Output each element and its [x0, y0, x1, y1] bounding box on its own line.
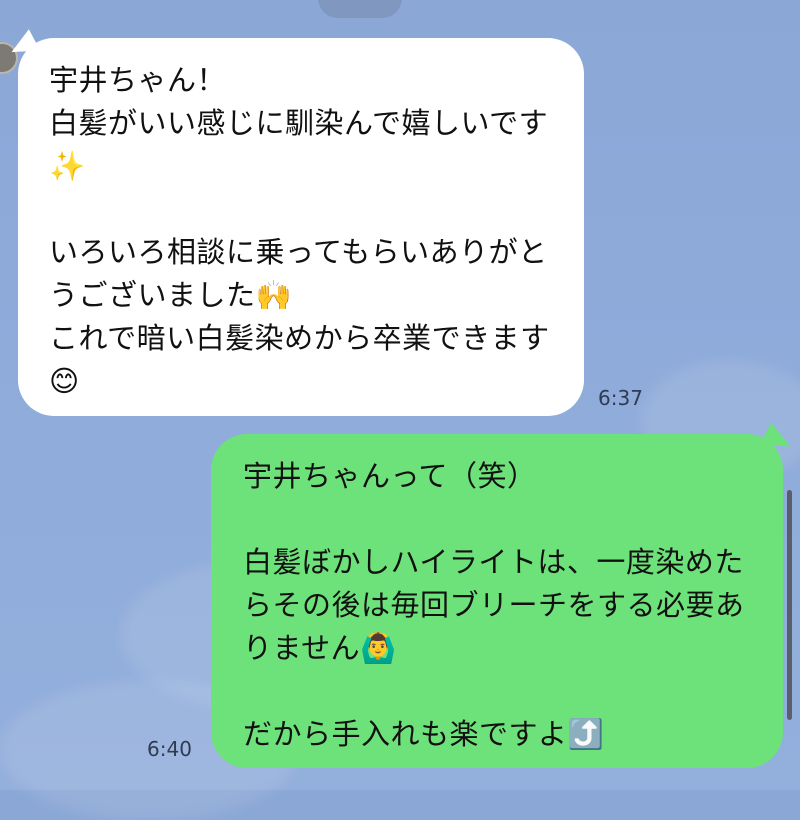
incoming-message-time: 6:37	[598, 386, 643, 410]
scrollbar[interactable]	[787, 490, 792, 720]
outgoing-message-time: 6:40	[147, 737, 192, 761]
date-separator-pill	[318, 0, 402, 18]
incoming-message-bubble[interactable]: 宇井ちゃん！ 白髪がいい感じに馴染んで嬉しいです✨ いろいろ相談に乗ってもらいあ…	[18, 38, 584, 416]
outgoing-message-bubble[interactable]: 宇井ちゃんって（笑） 白髪ぼかしハイライトは、一度染めたらその後は毎回ブリーチを…	[211, 434, 783, 768]
